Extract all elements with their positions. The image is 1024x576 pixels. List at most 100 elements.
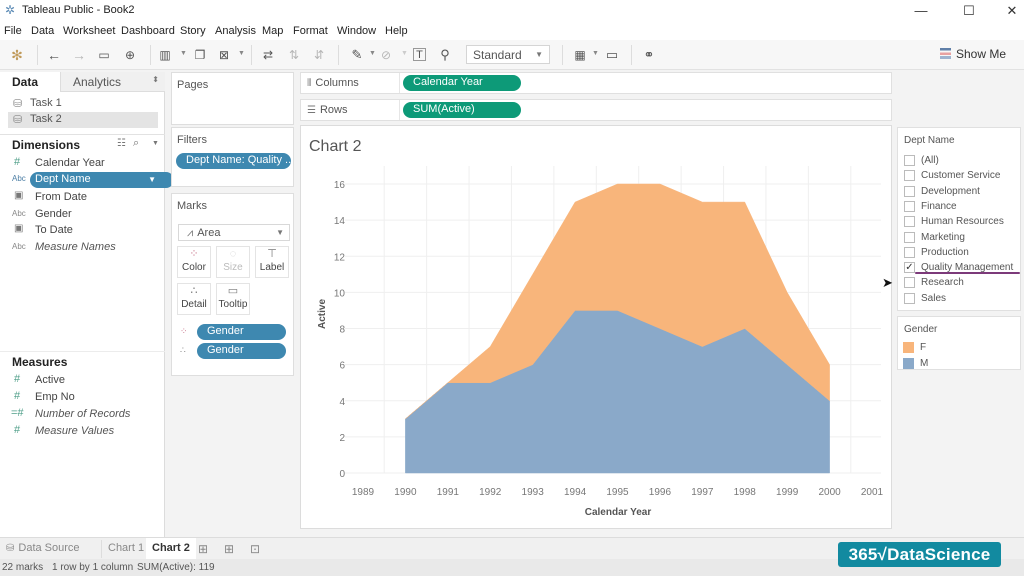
label-button[interactable]: ⊤ Label	[255, 246, 289, 278]
filters-card[interactable]: Filters Dept Name: Quality ...	[171, 127, 294, 187]
new-data-source-icon[interactable]: ⊕	[121, 47, 139, 63]
sort-descending-icon[interactable]: ⇵	[310, 47, 328, 63]
maximize-button[interactable]: ☐	[954, 2, 984, 20]
chevron-down-icon: ▼	[535, 50, 543, 59]
datasource-task-1[interactable]: ⛁ Task 1	[8, 96, 158, 112]
field-gender[interactable]: Abc Gender	[12, 207, 162, 223]
menu-window[interactable]: Window	[337, 25, 376, 37]
group-icon[interactable]: ⊘	[377, 47, 395, 63]
group-dropdown[interactable]: ▼	[401, 50, 408, 57]
chevron-down-icon[interactable]: ▼	[148, 175, 156, 184]
chart-size-icon[interactable]: ▦	[571, 47, 589, 63]
clear-sheet-icon[interactable]: ⊠	[215, 47, 233, 63]
undo-icon[interactable]: ←	[45, 47, 63, 63]
search-icon[interactable]: ⌕	[133, 137, 139, 150]
size-button[interactable]: ◌ Size	[216, 246, 250, 278]
duplicate-sheet-icon[interactable]: ❐	[191, 47, 209, 63]
field-calendar-year[interactable]: # Calendar Year	[12, 156, 162, 172]
filter-item-finance[interactable]: Finance	[904, 200, 1022, 214]
view-as-list-icon[interactable]: ☷	[117, 138, 126, 149]
checkbox-icon[interactable]	[904, 216, 915, 228]
sheet-tab-chart-1[interactable]: Chart 1	[102, 538, 150, 559]
chart-size-dropdown[interactable]: ▼	[592, 50, 599, 57]
color-gender-pill[interactable]: Gender	[197, 324, 286, 340]
tableau-logo-icon[interactable]: ✻	[8, 47, 26, 63]
labels-icon[interactable]: T	[413, 48, 426, 61]
share-icon[interactable]: ⚭	[640, 47, 658, 63]
field-from-date[interactable]: ▣ From Date	[12, 190, 162, 206]
new-worksheet-dropdown[interactable]: ▼	[180, 50, 187, 57]
field-number-of-records[interactable]: =# Number of Records	[11, 407, 162, 423]
datasource-task-2[interactable]: ⛁ Task 2	[8, 112, 158, 128]
field-active[interactable]: # Active	[12, 373, 162, 389]
dimensions-menu-icon[interactable]: ▼	[152, 140, 159, 147]
filter-item-all[interactable]: (All)	[904, 154, 1022, 168]
menu-worksheet[interactable]: Worksheet	[63, 25, 115, 37]
filter-item-sales[interactable]: Sales	[904, 292, 1022, 306]
tab-analytics[interactable]: Analytics ⬍	[60, 72, 165, 92]
highlight-dropdown[interactable]: ▼	[369, 50, 376, 57]
checkbox-icon[interactable]	[904, 200, 915, 212]
redo-icon[interactable]: →	[70, 47, 88, 63]
columns-shelf[interactable]: ⦀ Columns Calendar Year	[300, 72, 892, 94]
new-story-icon[interactable]: ⊡	[250, 542, 260, 556]
sheet-tab-chart-2[interactable]: Chart 2	[146, 538, 196, 559]
filter-item-customer-service[interactable]: Customer Service	[904, 169, 1022, 183]
field-emp-no[interactable]: # Emp No	[12, 390, 162, 406]
checkbox-icon[interactable]	[904, 231, 915, 243]
checkbox-icon[interactable]	[904, 246, 915, 258]
checkbox-icon[interactable]	[904, 277, 915, 289]
show-me-button[interactable]: Show Me	[940, 47, 1006, 61]
checkbox-icon[interactable]	[904, 292, 915, 304]
highlight-icon[interactable]: ✎	[348, 47, 366, 63]
presentation-mode-icon[interactable]: ▭	[603, 47, 621, 63]
minimize-button[interactable]: —	[906, 2, 936, 20]
field-measure-names[interactable]: Abc Measure Names	[12, 240, 162, 256]
mark-type-dropdown[interactable]: ⩘ Area ▼	[178, 224, 290, 241]
field-to-date[interactable]: ▣ To Date	[12, 223, 162, 239]
tooltip-button[interactable]: ▭ Tooltip	[216, 283, 250, 315]
filter-item-human-resources[interactable]: Human Resources	[904, 215, 1022, 229]
rows-pill-sum-active[interactable]: SUM(Active)	[403, 102, 521, 118]
pane-menu-icon[interactable]: ⬍	[152, 75, 159, 84]
fit-dropdown[interactable]: Standard ▼	[466, 45, 550, 64]
checkbox-icon[interactable]	[904, 170, 915, 182]
swap-rows-columns-icon[interactable]: ⇄	[259, 47, 277, 63]
close-button[interactable]: ✕	[1000, 2, 1024, 20]
worksheet-view[interactable]: Chart 2 0 2 4 6 8 10 12 14 16 1989 1990 1991 1992 19…	[300, 125, 892, 529]
checkbox-icon[interactable]	[904, 155, 915, 166]
menu-data[interactable]: Data	[31, 25, 54, 37]
menu-map[interactable]: Map	[262, 25, 283, 37]
sort-ascending-icon[interactable]: ⇅	[285, 47, 303, 63]
tab-data[interactable]: Data	[0, 72, 60, 92]
filter-item-production[interactable]: Production	[904, 246, 1022, 260]
menu-story[interactable]: Story	[180, 25, 206, 37]
menu-file[interactable]: File	[4, 25, 22, 37]
menu-dashboard[interactable]: Dashboard	[121, 25, 175, 37]
menu-help[interactable]: Help	[385, 25, 408, 37]
rows-shelf[interactable]: ☰ Rows SUM(Active)	[300, 99, 892, 121]
data-source-tab[interactable]: ⛁ Data Source	[0, 538, 86, 559]
filter-item-development[interactable]: Development	[904, 185, 1022, 199]
field-measure-values[interactable]: # Measure Values	[12, 424, 162, 440]
field-dept-name[interactable]: Abc Dept Name ▼	[12, 172, 174, 188]
checkbox-icon[interactable]	[904, 185, 915, 197]
pin-axes-icon[interactable]: ⚲	[436, 47, 454, 63]
color-button[interactable]: ⁘ Color	[177, 246, 211, 278]
checkbox-checked-icon[interactable]: ✓	[904, 262, 915, 274]
area-chart[interactable]: 0246810121416 1989 1990 1991 1992 1993 1994 19…	[301, 126, 893, 530]
new-worksheet-icon[interactable]: ▥	[156, 47, 174, 63]
detail-button[interactable]: ∴ Detail	[177, 283, 211, 315]
filter-item-marketing[interactable]: Marketing	[904, 231, 1022, 245]
detail-gender-pill[interactable]: Gender	[197, 343, 286, 359]
menu-format[interactable]: Format	[293, 25, 328, 37]
save-icon[interactable]: ▭	[95, 47, 113, 63]
filter-pill-dept-name[interactable]: Dept Name: Quality ...	[176, 153, 291, 169]
pages-card[interactable]: Pages	[171, 72, 294, 125]
new-worksheet-icon[interactable]: ⊞	[198, 542, 208, 556]
menu-analysis[interactable]: Analysis	[215, 25, 256, 37]
clear-sheet-dropdown[interactable]: ▼	[238, 50, 245, 57]
filter-item-research[interactable]: Research	[904, 276, 1022, 290]
columns-pill-calendar-year[interactable]: Calendar Year	[403, 75, 521, 91]
new-dashboard-icon[interactable]: ⊞	[224, 542, 234, 556]
